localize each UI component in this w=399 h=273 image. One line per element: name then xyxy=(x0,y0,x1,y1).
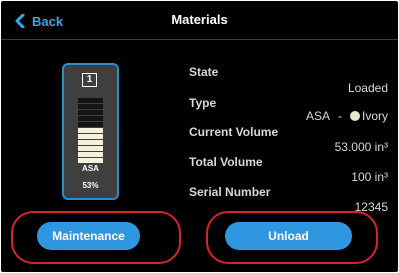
gauge-segment-filled xyxy=(78,140,103,145)
state-value: Loaded xyxy=(347,81,388,95)
type-value-row: ASA - Ivory xyxy=(306,109,388,123)
gauge-segment-empty xyxy=(78,122,103,127)
gauge-segment-filled xyxy=(78,128,103,133)
gauge-segment-empty xyxy=(78,104,103,109)
gauge-segment-empty xyxy=(78,98,103,103)
gauge-segment-filled xyxy=(78,152,103,157)
current-volume-value: 53.000 in³ xyxy=(334,140,388,154)
type-value: ASA xyxy=(305,109,330,123)
type-label: Type xyxy=(189,96,217,110)
gauge-segment-empty xyxy=(78,116,103,121)
serial-number-label: Serial Number xyxy=(189,185,271,199)
maintenance-button[interactable]: Maintenance xyxy=(37,222,140,250)
gauge-segment-filled xyxy=(78,134,103,139)
gauge-segment-filled xyxy=(78,146,103,151)
color-name: Ivory xyxy=(361,109,388,123)
total-volume-value: 100 in³ xyxy=(351,170,388,184)
header-bar: Back Materials xyxy=(1,1,398,40)
current-volume-label: Current Volume xyxy=(189,125,279,139)
type-separator: - xyxy=(337,109,342,123)
materials-screen: Back Materials 1 ASA 53% State Loaded Ty… xyxy=(1,1,398,272)
total-volume-label: Total Volume xyxy=(189,155,263,169)
bay-number-badge: 1 xyxy=(82,73,97,87)
serial-number-value: 12345 xyxy=(354,200,388,214)
card-material-percent: 53% xyxy=(82,181,99,190)
unload-button[interactable]: Unload xyxy=(225,222,352,250)
page-title: Materials xyxy=(171,12,228,27)
material-level-gauge xyxy=(78,98,103,164)
color-swatch-icon xyxy=(349,111,360,121)
card-material-type: ASA xyxy=(82,164,99,173)
material-bay-card[interactable]: 1 ASA 53% xyxy=(62,63,119,200)
gauge-segment-filled xyxy=(78,158,103,163)
gauge-segment-empty xyxy=(78,110,103,115)
state-label: State xyxy=(189,65,219,79)
